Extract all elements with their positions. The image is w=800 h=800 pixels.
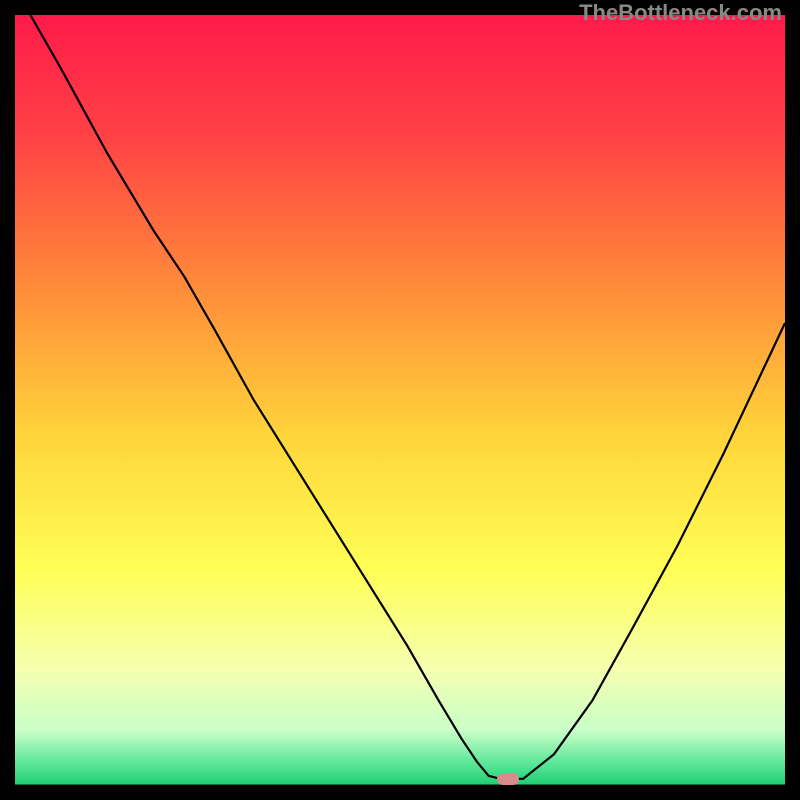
optimal-marker	[497, 773, 519, 785]
watermark-text: TheBottleneck.com	[579, 0, 782, 26]
bottleneck-curve	[15, 15, 785, 785]
